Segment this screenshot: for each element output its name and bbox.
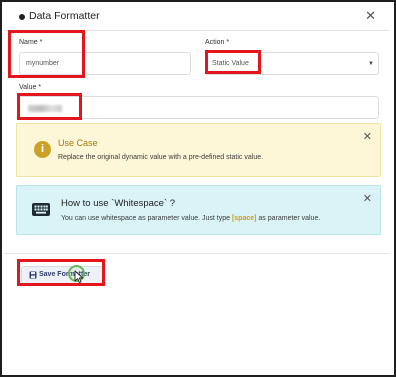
close-icon[interactable]: ✕ <box>363 194 372 205</box>
redacted-value <box>28 105 62 112</box>
use-case-title: Use Case <box>58 138 98 148</box>
action-select[interactable]: Static Value ▼ <box>205 52 379 75</box>
how-to-text-before: You can use whitespace as parameter valu… <box>61 215 232 222</box>
mouse-pointer-icon <box>74 270 84 284</box>
how-to-text-after: as parameter value. <box>256 215 321 222</box>
chevron-down-icon: ▼ <box>368 61 374 67</box>
name-label: Name * <box>19 39 43 46</box>
how-to-callout: How to use `Whitespace` ? You can use wh… <box>16 185 381 235</box>
how-to-code: [space] <box>231 215 257 222</box>
value-input[interactable] <box>19 96 379 119</box>
action-label: Action * <box>205 39 230 46</box>
modal-title: Data Formatter <box>29 10 100 22</box>
how-to-title: How to use `Whitespace` ? <box>61 198 176 209</box>
save-formatter-button[interactable]: Save Formatter <box>21 266 103 284</box>
keyboard-icon <box>32 203 50 216</box>
value-label: Value * <box>19 84 42 91</box>
data-formatter-modal: Data Formatter ✕ Name * mynumber Action … <box>4 4 390 373</box>
footer-divider <box>4 253 390 254</box>
info-icon: i <box>34 141 51 158</box>
name-input-value: mynumber <box>26 60 60 67</box>
dot-icon <box>19 14 25 20</box>
action-select-value: Static Value <box>212 60 249 67</box>
how-to-text: You can use whitespace as parameter valu… <box>61 215 320 222</box>
close-icon[interactable]: ✕ <box>365 9 376 22</box>
name-input[interactable]: mynumber <box>19 52 191 75</box>
use-case-text: Replace the original dynamic value with … <box>58 154 264 161</box>
use-case-callout: i Use Case Replace the original dynamic … <box>16 123 381 177</box>
save-icon <box>29 271 37 279</box>
modal-header: Data Formatter ✕ <box>4 4 390 31</box>
close-icon[interactable]: ✕ <box>363 132 372 143</box>
